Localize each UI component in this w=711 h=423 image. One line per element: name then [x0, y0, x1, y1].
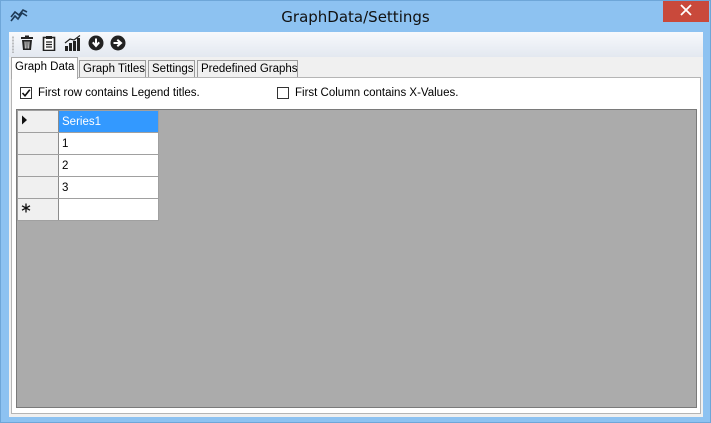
table-row[interactable]: Series1 — [17, 110, 159, 133]
table-row[interactable]: 1 — [17, 132, 159, 155]
current-row-arrow-icon — [21, 115, 29, 128]
clipboard-icon — [41, 35, 57, 54]
x-values-checkbox[interactable] — [277, 87, 289, 99]
row-header[interactable] — [17, 132, 59, 155]
toolbar — [9, 32, 703, 57]
grid-cell[interactable]: 2 — [58, 154, 159, 177]
row-header[interactable] — [17, 154, 59, 177]
paste-button[interactable] — [39, 35, 59, 54]
grid-cell[interactable]: 3 — [58, 176, 159, 199]
legend-titles-label: First row contains Legend titles. — [38, 87, 200, 99]
table-row[interactable]: 3 — [17, 176, 159, 199]
data-grid[interactable]: Series1 1 2 3 — [16, 109, 697, 408]
close-button[interactable] — [663, 1, 709, 22]
grid-cell[interactable] — [58, 198, 159, 221]
window: GraphData/Settings Graph Data Graph Titl… — [0, 0, 711, 423]
window-title: GraphData/Settings — [281, 8, 430, 26]
grid-cell[interactable]: Series1 — [58, 110, 159, 133]
close-icon — [680, 4, 692, 19]
tab-graph-titles[interactable]: Graph Titles — [79, 60, 146, 78]
bar-chart-icon — [64, 35, 82, 54]
title-bar[interactable]: GraphData/Settings — [1, 1, 710, 33]
table-row[interactable] — [17, 198, 159, 221]
row-header[interactable] — [17, 110, 59, 133]
toolbar-grip[interactable] — [12, 36, 14, 53]
data-table: Series1 1 2 3 — [17, 110, 159, 221]
delete-button[interactable] — [17, 35, 37, 54]
tab-strip: Graph Data Graph Titles Settings Predefi… — [9, 57, 703, 79]
grid-cell[interactable]: 1 — [58, 132, 159, 155]
tab-predefined-graphs[interactable]: Predefined Graphs — [197, 60, 298, 78]
x-values-label: First Column contains X-Values. — [295, 87, 459, 99]
client-area: Graph Data Graph Titles Settings Predefi… — [9, 32, 703, 417]
trash-icon — [19, 35, 35, 54]
legend-titles-option[interactable]: First row contains Legend titles. — [20, 87, 200, 99]
legend-titles-checkbox[interactable] — [20, 87, 32, 99]
move-right-button[interactable] — [108, 35, 128, 54]
new-row-asterisk-icon — [21, 203, 31, 216]
graph-data-panel: First row contains Legend titles. First … — [11, 77, 701, 414]
row-header[interactable] — [17, 198, 59, 221]
chart-button[interactable] — [63, 35, 83, 54]
table-row[interactable]: 2 — [17, 154, 159, 177]
move-down-button[interactable] — [86, 35, 106, 54]
row-header[interactable] — [17, 176, 59, 199]
tab-settings[interactable]: Settings — [148, 60, 195, 78]
tab-graph-data[interactable]: Graph Data — [11, 57, 78, 79]
arrow-right-circle-icon — [110, 35, 126, 54]
arrow-down-circle-icon — [88, 35, 104, 54]
x-values-option[interactable]: First Column contains X-Values. — [277, 87, 458, 99]
